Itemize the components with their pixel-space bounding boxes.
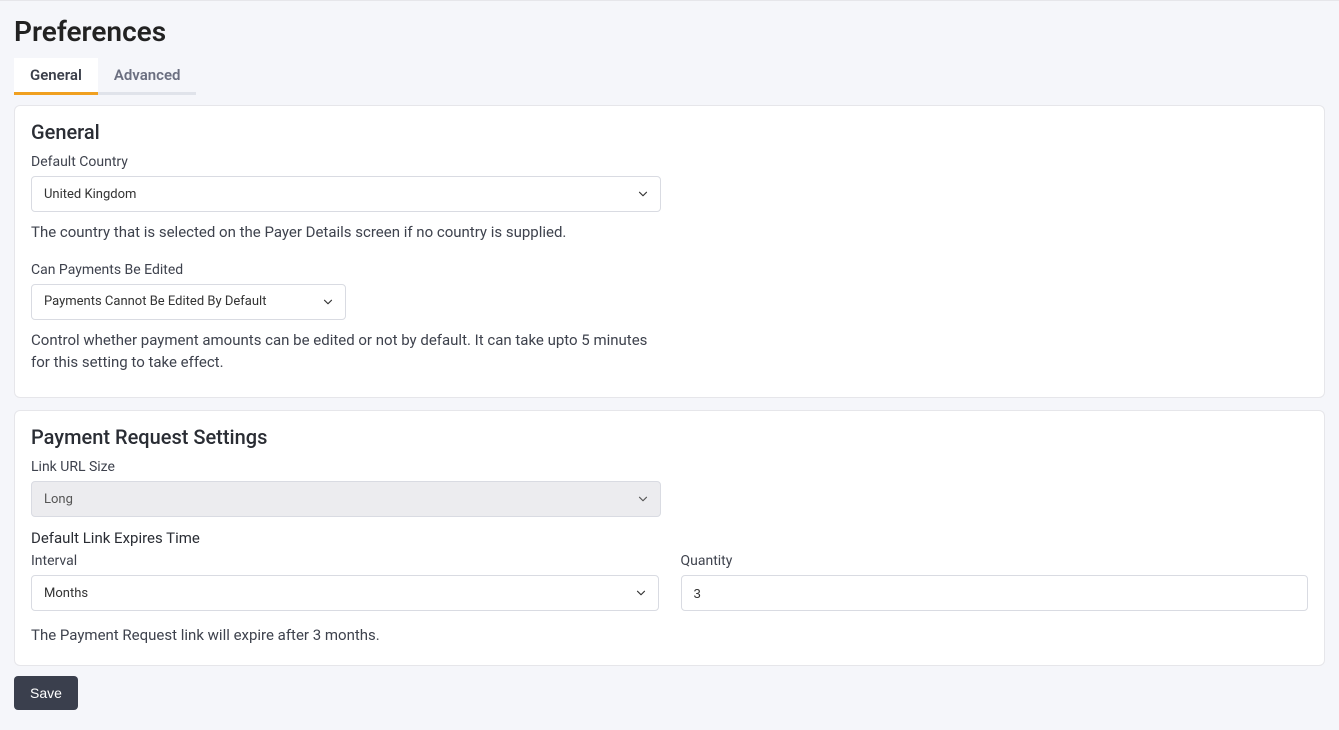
payment-request-heading: Payment Request Settings: [31, 425, 1308, 449]
expiry-help-text: The Payment Request link will expire aft…: [31, 625, 661, 647]
general-heading: General: [31, 120, 1308, 144]
payments-edit-help: Control whether payment amounts can be e…: [31, 330, 661, 374]
general-panel: General Default Country United Kingdom T…: [14, 105, 1325, 398]
link-url-size-select: Long: [31, 481, 661, 517]
tabs: General Advanced: [14, 58, 194, 95]
default-country-value: United Kingdom: [44, 187, 136, 202]
tab-advanced[interactable]: Advanced: [98, 58, 197, 95]
tab-general[interactable]: General: [14, 58, 98, 95]
save-button[interactable]: Save: [14, 676, 78, 710]
default-country-label: Default Country: [31, 154, 1308, 170]
link-url-size-label: Link URL Size: [31, 459, 1308, 475]
chevron-down-icon: [636, 492, 650, 506]
default-country-help: The country that is selected on the Paye…: [31, 222, 661, 244]
default-link-expires-heading: Default Link Expires Time: [31, 529, 1308, 547]
link-url-size-value: Long: [44, 492, 73, 507]
default-country-select[interactable]: United Kingdom: [31, 176, 661, 212]
chevron-down-icon: [636, 187, 650, 201]
interval-label: Interval: [31, 553, 659, 569]
interval-value: Months: [44, 586, 88, 601]
payments-edit-value: Payments Cannot Be Edited By Default: [44, 294, 266, 309]
page-title: Preferences: [14, 15, 1325, 48]
payment-request-panel: Payment Request Settings Link URL Size L…: [14, 410, 1325, 666]
quantity-label: Quantity: [681, 553, 1309, 569]
payments-edit-select[interactable]: Payments Cannot Be Edited By Default: [31, 284, 346, 320]
chevron-down-icon: [321, 295, 335, 309]
chevron-down-icon: [634, 586, 648, 600]
interval-select[interactable]: Months: [31, 575, 659, 611]
payments-edit-label: Can Payments Be Edited: [31, 262, 1308, 278]
quantity-input[interactable]: [681, 575, 1309, 611]
